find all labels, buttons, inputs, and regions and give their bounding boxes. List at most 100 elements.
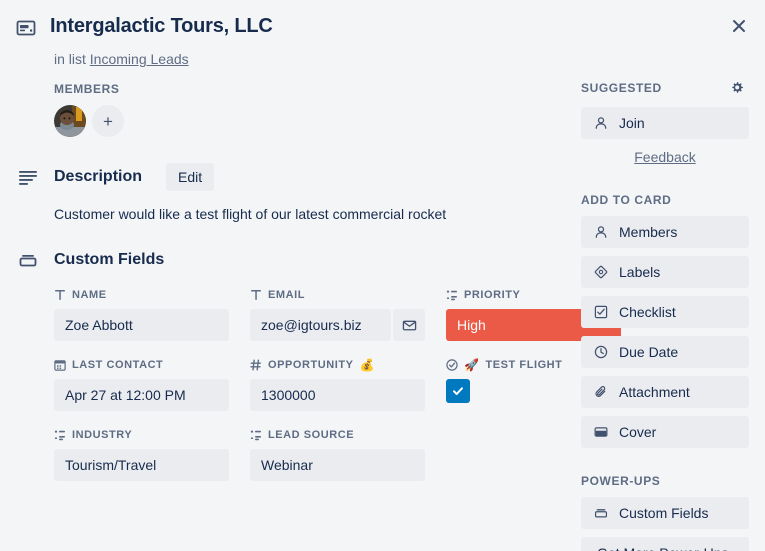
custom-field-label-text: LAST CONTACT [72, 359, 164, 371]
close-button[interactable] [723, 10, 755, 42]
person-icon [593, 116, 609, 130]
custom-field-value-opportunity[interactable]: 1300000 [250, 379, 425, 411]
custom-fields-grid: NAME Zoe Abbott EMAIL zoe@igtours.biz PR… [54, 288, 621, 481]
custom-field-opportunity: OPPORTUNITY 💰 1300000 [250, 358, 425, 411]
list-type-icon [54, 429, 66, 441]
custom-field-label-text: EMAIL [268, 289, 305, 301]
number-type-icon [250, 359, 262, 371]
sidebar-item-label: Get More Power-Ups [597, 545, 728, 551]
custom-field-label: LAST CONTACT [54, 358, 229, 372]
in-list-prefix: in list [54, 51, 86, 67]
custom-fields-icon [16, 250, 40, 270]
sidebar-item-labels[interactable]: Labels [581, 256, 749, 288]
sidebar-item-cover[interactable]: Cover [581, 416, 749, 448]
add-to-card-section: ADD TO CARD Members Labels Checklist Due… [581, 193, 749, 448]
card-main-column: MEMBERS + Description Edit Customer woul… [16, 82, 621, 481]
sidebar-item-label: Custom Fields [619, 505, 709, 521]
calendar-type-icon [54, 359, 66, 371]
text-type-icon [250, 289, 262, 301]
card-title: Intergalactic Tours, LLC [50, 15, 273, 37]
sidebar-item-label: Due Date [619, 344, 679, 360]
custom-field-label: NAME [54, 288, 229, 302]
sidebar-item-label: Join [619, 115, 645, 131]
members-section: MEMBERS + [16, 82, 566, 137]
custom-field-value-lead-source[interactable]: Webinar [250, 449, 425, 481]
sidebar-item-get-more-power-ups[interactable]: Get More Power-Ups [581, 537, 749, 551]
sidebar-item-label: Cover [619, 424, 657, 440]
custom-field-label: INDUSTRY [54, 428, 229, 442]
sidebar-item-label: Checklist [619, 304, 676, 320]
send-email-button[interactable] [393, 309, 425, 341]
check-icon [453, 387, 463, 395]
power-ups-section: POWER-UPS Custom Fields Get More Power-U… [581, 474, 749, 551]
edit-description-button[interactable]: Edit [166, 163, 215, 191]
description-icon [16, 167, 40, 187]
suggested-title: SUGGESTED [581, 81, 662, 95]
members-label: MEMBERS [54, 82, 120, 96]
envelope-icon [402, 320, 416, 330]
avatar[interactable] [54, 105, 86, 137]
custom-fields-section: Custom Fields NAME Zoe Abbott EMAIL zoe@… [16, 250, 621, 481]
list-name-link[interactable]: Incoming Leads [90, 51, 189, 67]
checkbox-type-icon [446, 359, 458, 371]
money-bag-emoji: 💰 [359, 358, 375, 372]
custom-field-label-text: OPPORTUNITY [268, 359, 354, 371]
person-icon [593, 225, 609, 239]
description-title: Description [54, 168, 143, 185]
sidebar-item-join[interactable]: Join [581, 107, 749, 139]
clock-icon [593, 345, 609, 359]
card-icon [16, 18, 36, 43]
custom-field-label-text: TEST FLIGHT [485, 359, 563, 371]
description-text[interactable]: Customer would like a test flight of our… [54, 204, 566, 224]
custom-field-value-test-flight[interactable] [446, 379, 470, 403]
sidebar-item-custom-fields[interactable]: Custom Fields [581, 497, 749, 529]
label-icon [593, 265, 609, 279]
custom-field-lead-source: LEAD SOURCE Webinar [250, 428, 425, 481]
custom-field-value-email[interactable]: zoe@igtours.biz [250, 309, 391, 341]
sidebar-item-checklist[interactable]: Checklist [581, 296, 749, 328]
custom-field-name: NAME Zoe Abbott [54, 288, 229, 341]
custom-fields-icon [593, 506, 609, 520]
custom-field-label: OPPORTUNITY 💰 [250, 358, 425, 372]
custom-field-email: EMAIL zoe@igtours.biz [250, 288, 425, 341]
custom-field-value-name[interactable]: Zoe Abbott [54, 309, 229, 341]
custom-field-label-text: INDUSTRY [72, 429, 133, 441]
gear-icon [732, 82, 743, 93]
sidebar-item-attachment[interactable]: Attachment [581, 376, 749, 408]
paperclip-icon [593, 385, 609, 399]
add-to-card-title: ADD TO CARD [581, 193, 672, 207]
suggested-settings-button[interactable] [725, 76, 749, 100]
power-ups-title: POWER-UPS [581, 474, 661, 488]
sidebar-item-label: Labels [619, 264, 661, 280]
close-icon [733, 20, 745, 32]
custom-field-label-text: NAME [72, 289, 107, 301]
custom-field-value-last-contact[interactable]: Apr 27 at 12:00 PM [54, 379, 229, 411]
custom-field-last-contact: LAST CONTACT Apr 27 at 12:00 PM [54, 358, 229, 411]
custom-fields-title: Custom Fields [54, 251, 165, 268]
description-section: Description Edit Customer would like a t… [16, 163, 566, 224]
custom-field-industry: INDUSTRY Tourism/Travel [54, 428, 229, 481]
list-type-icon [250, 429, 262, 441]
sidebar-item-members[interactable]: Members [581, 216, 749, 248]
custom-field-value-industry[interactable]: Tourism/Travel [54, 449, 229, 481]
cover-icon [593, 425, 609, 439]
custom-field-label-text: LEAD SOURCE [268, 429, 355, 441]
avatar-image [54, 105, 86, 137]
card-sidebar: SUGGESTED Join Feedback ADD TO CARD Memb… [581, 78, 749, 551]
card-breadcrumb: in list Incoming Leads [54, 49, 575, 69]
checklist-icon [593, 305, 609, 319]
custom-field-label: EMAIL [250, 288, 425, 302]
sidebar-item-label: Attachment [619, 384, 690, 400]
rocket-emoji: 🚀 [464, 358, 480, 372]
card-detail-window: Intergalactic Tours, LLC in list Incomin… [0, 0, 765, 551]
list-type-icon [446, 289, 458, 301]
feedback-link[interactable]: Feedback [634, 149, 695, 165]
custom-field-label: LEAD SOURCE [250, 428, 425, 442]
sidebar-item-due-date[interactable]: Due Date [581, 336, 749, 368]
card-header: Intergalactic Tours, LLC in list Incomin… [16, 12, 575, 69]
suggested-section: SUGGESTED Join Feedback [581, 78, 749, 167]
sidebar-item-label: Members [619, 224, 678, 240]
text-type-icon [54, 289, 66, 301]
add-member-button[interactable]: + [92, 105, 124, 137]
custom-field-label-text: PRIORITY [464, 289, 521, 301]
